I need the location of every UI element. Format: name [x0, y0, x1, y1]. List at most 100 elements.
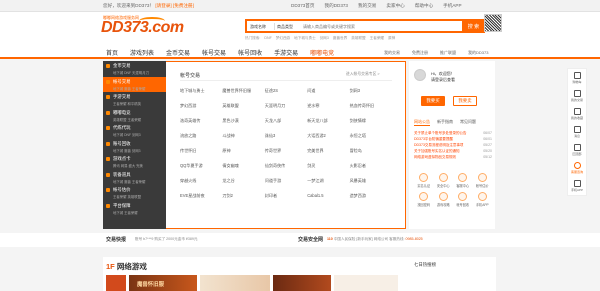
hot-word[interactable]: DNF — [264, 36, 271, 41]
type-select[interactable]: 商品类型 — [277, 24, 299, 30]
game-link[interactable]: 地下城与勇士 — [180, 88, 222, 94]
game-link[interactable]: Cabal1.5 — [307, 193, 349, 199]
game-banner-tag[interactable] — [106, 275, 126, 291]
tab-guide[interactable]: 新手指南 — [437, 119, 453, 126]
game-link[interactable]: 传奇世界 — [265, 148, 307, 154]
game-link[interactable]: 剑网3 — [350, 88, 392, 94]
hot-word[interactable]: 魔兽世界 — [333, 36, 347, 41]
game-link[interactable]: 诛仙3 — [265, 133, 307, 139]
ticker-text[interactable]: 账号 b7***9 购买了 2000元金币 ¥389元 — [135, 237, 198, 242]
game-link[interactable]: 问道 — [307, 88, 349, 94]
category-item-account[interactable]: 帐号交易 地下城 魔兽 王者荣耀 — [103, 76, 166, 92]
toolbar-favorite[interactable]: 我的收藏 — [568, 105, 586, 123]
category-item-guarantee[interactable]: 平台保障 地下城 王者荣耀 — [103, 201, 166, 217]
top-link-my[interactable]: 我的DD373 — [325, 3, 349, 9]
hot-word[interactable]: 原神 — [388, 36, 395, 41]
toolbar-trade[interactable]: 我的交易 — [568, 87, 586, 105]
top-link-seller[interactable]: 卖家中心 — [386, 3, 404, 9]
tab-faq[interactable]: 常见问题 — [460, 119, 476, 126]
nav-right-trade[interactable]: 我的交易 — [384, 50, 400, 56]
top-link-help[interactable]: 帮助中心 — [415, 3, 433, 9]
toolbar-service[interactable]: 客服咨询 — [568, 159, 586, 177]
hot-word[interactable]: 剑网3 — [320, 36, 329, 41]
service-recycle[interactable]: 帐号回收 — [453, 192, 473, 207]
nav-right-affiliate[interactable]: 推广联盟 — [440, 50, 456, 56]
category-item-items[interactable]: 装备道具 地下城 魔兽 王者荣耀 — [103, 170, 166, 186]
game-link[interactable]: 新天龙八部 — [307, 118, 349, 124]
category-item-boost[interactable]: 代练代玩 地下城 DNF 剑网3 — [103, 123, 166, 139]
service-verify[interactable]: 实名认证 — [414, 173, 434, 188]
category-item-recycle[interactable]: 账号回收 地下城 魔兽 剑网3 — [103, 139, 166, 155]
nav-right-my[interactable]: 我的DD373 — [468, 50, 488, 56]
game-link[interactable]: 天涯明月刀 — [265, 103, 307, 109]
category-item-cards[interactable]: 游戏点卡 腾讯 网易 盛大 完美 — [103, 154, 166, 170]
game-link[interactable]: 逆水寒 — [307, 103, 349, 109]
tab-notice[interactable]: 网站公告 — [414, 119, 430, 126]
service-guide[interactable]: 游戏攻略 — [434, 192, 454, 207]
nav-item-home[interactable]: 首页 — [106, 48, 118, 57]
category-item-esports[interactable]: 嘟嘟电竞 英雄联盟 王者荣耀 — [103, 108, 166, 124]
search-input[interactable] — [303, 22, 453, 31]
service-security[interactable]: 安全中心 — [434, 173, 454, 188]
game-link[interactable]: 龙之谷 — [222, 178, 264, 184]
game-link[interactable]: 流放之路 — [180, 133, 222, 139]
hot-word[interactable]: 王者荣耀 — [370, 36, 384, 41]
game-link[interactable]: 穿越火线 — [180, 178, 222, 184]
buy-button[interactable]: 我要买 — [421, 96, 445, 106]
nav-item-esports[interactable]: 嘟嘟电竞 — [310, 48, 334, 57]
list-item[interactable]: 网络游戏虚拟物品交易规则 05/12 — [414, 154, 492, 160]
hot-word[interactable]: 梦幻西游 — [276, 36, 290, 41]
game-select[interactable]: 游戏名称 — [250, 24, 272, 30]
category-item-mobile[interactable]: 手游交易 王者荣耀 和平精英 — [103, 92, 166, 108]
search-button[interactable]: 搜 索 — [462, 19, 485, 33]
game-link[interactable]: QQ华夏手游 — [180, 163, 222, 169]
game-link[interactable]: 斗战神 — [222, 133, 264, 139]
game-link[interactable]: 仙剑奇侠传 — [265, 163, 307, 169]
toolbar-message[interactable]: 消息 — [568, 123, 586, 141]
nav-item-game-list[interactable]: 游戏列表 — [130, 48, 154, 57]
game-link[interactable]: 天龙八部 — [265, 118, 307, 124]
game-banner[interactable] — [273, 275, 331, 291]
game-link[interactable]: 剑灵 — [307, 163, 349, 169]
service-support[interactable]: 客服中心 — [453, 173, 473, 188]
nav-item-account[interactable]: 帐号交易 — [202, 48, 226, 57]
game-link[interactable]: 魔兽世界怀旧服 — [222, 88, 264, 94]
top-link-home[interactable]: DD373首页 — [291, 3, 315, 9]
game-link[interactable]: 冒险岛 — [350, 148, 392, 154]
game-link[interactable]: 造梦西游 — [350, 193, 392, 199]
toolbar-app[interactable]: 手机APP — [568, 177, 586, 195]
game-link[interactable]: 原神 — [222, 148, 264, 154]
game-link[interactable]: 剑侠情缘 — [350, 118, 392, 124]
game-link[interactable]: 火影忍者 — [350, 163, 392, 169]
game-link[interactable]: 问道手游 — [265, 178, 307, 184]
game-link[interactable]: 封印者 — [265, 193, 307, 199]
game-link[interactable]: 梦幻西游 — [180, 103, 222, 109]
greeting-sub[interactable]: 请登录后查看 — [431, 77, 455, 83]
service-valuation[interactable]: 帐号估价 — [473, 173, 493, 188]
toolbar-cart[interactable]: 购物车 — [568, 69, 586, 87]
toolbar-top[interactable]: 回顶部 — [568, 141, 586, 159]
game-link[interactable]: 倩女幽魂 — [222, 163, 264, 169]
game-link[interactable]: 完美世界 — [307, 148, 349, 154]
game-link[interactable]: 大话西游2 — [307, 133, 349, 139]
nav-item-recycle[interactable]: 帐号回收 — [238, 48, 262, 57]
top-link-trade[interactable]: 我的交易 — [358, 3, 376, 9]
category-item-gold[interactable]: 金币交易 地下城 DNF 天涯明月刀 — [103, 61, 166, 77]
login-link[interactable]: [请登录] — [155, 3, 171, 8]
game-link[interactable]: 洛奇英雄传 — [180, 118, 222, 124]
game-link[interactable]: 热血传奇怀旧 — [350, 103, 392, 109]
game-banner[interactable] — [334, 275, 398, 291]
nav-right-register[interactable]: 免费注册 — [412, 50, 428, 56]
sell-button[interactable]: 我要卖 — [453, 96, 477, 106]
nav-item-gold[interactable]: 金币交易 — [166, 48, 190, 57]
game-link[interactable]: 黑色沙漠 — [222, 118, 264, 124]
register-link[interactable]: [免费注册] — [173, 3, 194, 8]
game-link[interactable]: 一梦江湖 — [307, 178, 349, 184]
top-link-app[interactable]: 手机APP — [443, 3, 461, 9]
game-link[interactable]: 英雄联盟 — [222, 103, 264, 109]
game-link[interactable]: EVE星战前夜 — [180, 193, 222, 199]
game-banner[interactable]: 魔兽怀旧服 — [129, 275, 197, 291]
hot-word[interactable]: 英雄联盟 — [351, 36, 365, 41]
hot-word[interactable]: 地下城与勇士 — [294, 36, 316, 41]
service-password[interactable]: 找回密码 — [414, 192, 434, 207]
